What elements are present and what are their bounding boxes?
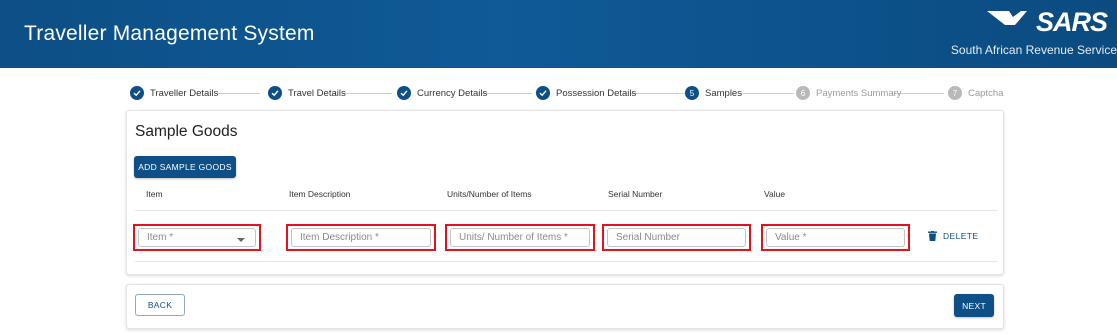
app-header: Traveller Management System SARS South A…	[0, 0, 1117, 68]
dropdown-arrow-icon	[237, 238, 245, 242]
navigation-card: BACK NEXT	[126, 284, 1004, 329]
step-currency-details[interactable]: Currency Details	[397, 84, 487, 102]
column-header-units: Units/Number of Items	[447, 189, 532, 199]
serial-number-input[interactable]: Serial Number	[607, 228, 746, 247]
value-highlight: Value *	[761, 224, 910, 251]
check-icon	[536, 86, 550, 100]
item-description-placeholder: Item Description *	[300, 232, 379, 243]
logo-text: SARS	[1035, 7, 1108, 37]
progress-stepper: Traveller Details Travel Details Currenc…	[126, 84, 1006, 102]
step-payments-summary[interactable]: 6 Payments Summary	[796, 84, 902, 102]
table-divider	[135, 261, 997, 262]
step-label: Samples	[705, 87, 742, 99]
org-name: South African Revenue Service	[950, 43, 1117, 57]
step-label: Currency Details	[417, 87, 488, 99]
trash-icon	[928, 231, 937, 241]
value-placeholder: Value *	[775, 232, 807, 243]
back-button[interactable]: BACK	[135, 294, 185, 316]
step-connector	[741, 93, 794, 94]
item-description-highlight: Item Description *	[286, 224, 436, 251]
step-traveller-details[interactable]: Traveller Details	[130, 84, 218, 102]
step-label: Traveller Details	[150, 87, 219, 99]
item-select[interactable]: Item *	[138, 228, 256, 247]
sars-logo-mark-icon	[987, 11, 1027, 25]
column-header-serial-number: Serial Number	[608, 189, 663, 199]
step-label: Possession Details	[556, 87, 637, 99]
serial-number-placeholder: Serial Number	[616, 232, 680, 243]
column-header-value: Value	[764, 189, 786, 199]
delete-button[interactable]: DELETE	[928, 231, 978, 241]
item-placeholder: Item *	[147, 232, 174, 243]
step-connector	[342, 93, 392, 94]
step-connector	[482, 93, 532, 94]
delete-label: DELETE	[943, 231, 979, 241]
app-title: Traveller Management System	[24, 22, 315, 45]
step-number: 6	[796, 86, 810, 100]
sample-goods-card: Sample Goods ADD SAMPLE GOODS Item Item …	[126, 110, 1004, 275]
units-highlight: Units/ Number of Items *	[445, 224, 595, 251]
table-divider	[135, 210, 997, 211]
step-label: Captcha	[968, 87, 1004, 99]
units-input[interactable]: Units/ Number of Items *	[450, 228, 590, 247]
column-header-item: Item	[146, 189, 163, 199]
step-captcha[interactable]: 7 Captcha	[948, 84, 1003, 102]
sars-logo: SARS	[983, 3, 1111, 39]
check-icon	[268, 86, 282, 100]
next-button[interactable]: NEXT	[954, 294, 994, 317]
units-placeholder: Units/ Number of Items *	[459, 232, 568, 243]
check-icon	[397, 86, 411, 100]
card-title: Sample Goods	[135, 123, 238, 140]
item-description-input[interactable]: Item Description *	[291, 228, 431, 247]
step-possession-details[interactable]: Possession Details	[536, 84, 636, 102]
step-label: Travel Details	[288, 87, 346, 99]
item-select-highlight: Item *	[133, 224, 261, 251]
check-icon	[130, 86, 144, 100]
column-header-item-description: Item Description	[289, 189, 351, 199]
step-travel-details[interactable]: Travel Details	[268, 84, 346, 102]
step-label: Payments Summary	[816, 87, 902, 99]
step-connector	[216, 93, 260, 94]
step-connector	[631, 93, 685, 94]
add-sample-goods-button[interactable]: ADD SAMPLE GOODS	[134, 156, 236, 178]
step-number: 5	[685, 86, 699, 100]
value-input[interactable]: Value *	[766, 228, 905, 247]
step-samples[interactable]: 5 Samples	[685, 84, 742, 102]
serial-number-highlight: Serial Number	[602, 224, 751, 251]
step-number: 7	[948, 86, 962, 100]
